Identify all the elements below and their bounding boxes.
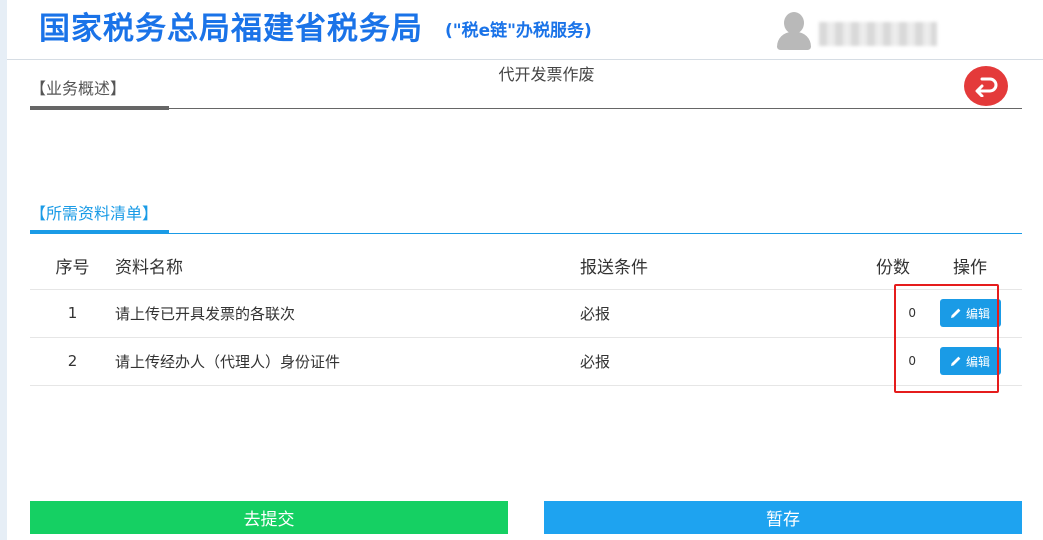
- edit-button[interactable]: 编辑: [939, 347, 1001, 375]
- tab-required-materials[interactable]: 【所需资料清单】: [30, 203, 169, 233]
- table-header-row: 序号 资料名称 报送条件 份数 操作: [30, 243, 1022, 289]
- row-seq: 1: [30, 288, 115, 337]
- col-header-action: 操作: [953, 258, 987, 279]
- brand-subtitle: ("税e链"办税服务): [445, 21, 592, 41]
- submit-button[interactable]: 去提交: [30, 501, 508, 534]
- row-material-name: 请上传已开具发票的各联次: [115, 288, 580, 337]
- col-header-condition: 报送条件: [580, 258, 648, 279]
- materials-table: 序号 资料名称 报送条件 份数 操作 1 请上传已开具发票的各联次 必报 0 编…: [30, 243, 1022, 386]
- edit-button[interactable]: 编辑: [939, 299, 1001, 327]
- save-draft-button[interactable]: 暂存: [544, 501, 1022, 534]
- edit-button-label: 编辑: [965, 354, 990, 369]
- row-condition: 必报: [580, 288, 830, 337]
- edit-button-label: 编辑: [965, 306, 990, 321]
- return-arrow-icon: [975, 77, 998, 97]
- tab-business-overview[interactable]: 【业务概述】: [30, 78, 169, 110]
- user-avatar-icon[interactable]: [777, 10, 811, 50]
- section-divider: [30, 233, 1022, 234]
- user-name-blurred: [819, 22, 937, 46]
- user-account[interactable]: [777, 10, 957, 54]
- table-row: 2 请上传经办人（代理人）身份证件 必报 0 编辑: [30, 336, 1022, 386]
- row-condition: 必报: [580, 336, 830, 386]
- brand-title: 国家税务总局福建省税务局: [39, 11, 423, 47]
- row-count: 0: [830, 336, 918, 386]
- row-count: 0: [830, 288, 918, 337]
- pencil-icon: [950, 356, 961, 366]
- pencil-icon: [950, 308, 961, 318]
- section-divider: [30, 108, 1022, 109]
- row-material-name: 请上传经办人（代理人）身份证件: [115, 336, 580, 386]
- row-seq: 2: [30, 336, 115, 386]
- col-header-name: 资料名称: [115, 258, 183, 279]
- return-button[interactable]: [964, 66, 1008, 106]
- col-header-seq: 序号: [55, 258, 90, 279]
- page-header: 国家税务总局福建省税务局 ("税e链"办税服务): [7, 0, 1043, 60]
- col-header-count: 份数: [876, 258, 910, 279]
- table-row: 1 请上传已开具发票的各联次 必报 0 编辑: [30, 288, 1022, 337]
